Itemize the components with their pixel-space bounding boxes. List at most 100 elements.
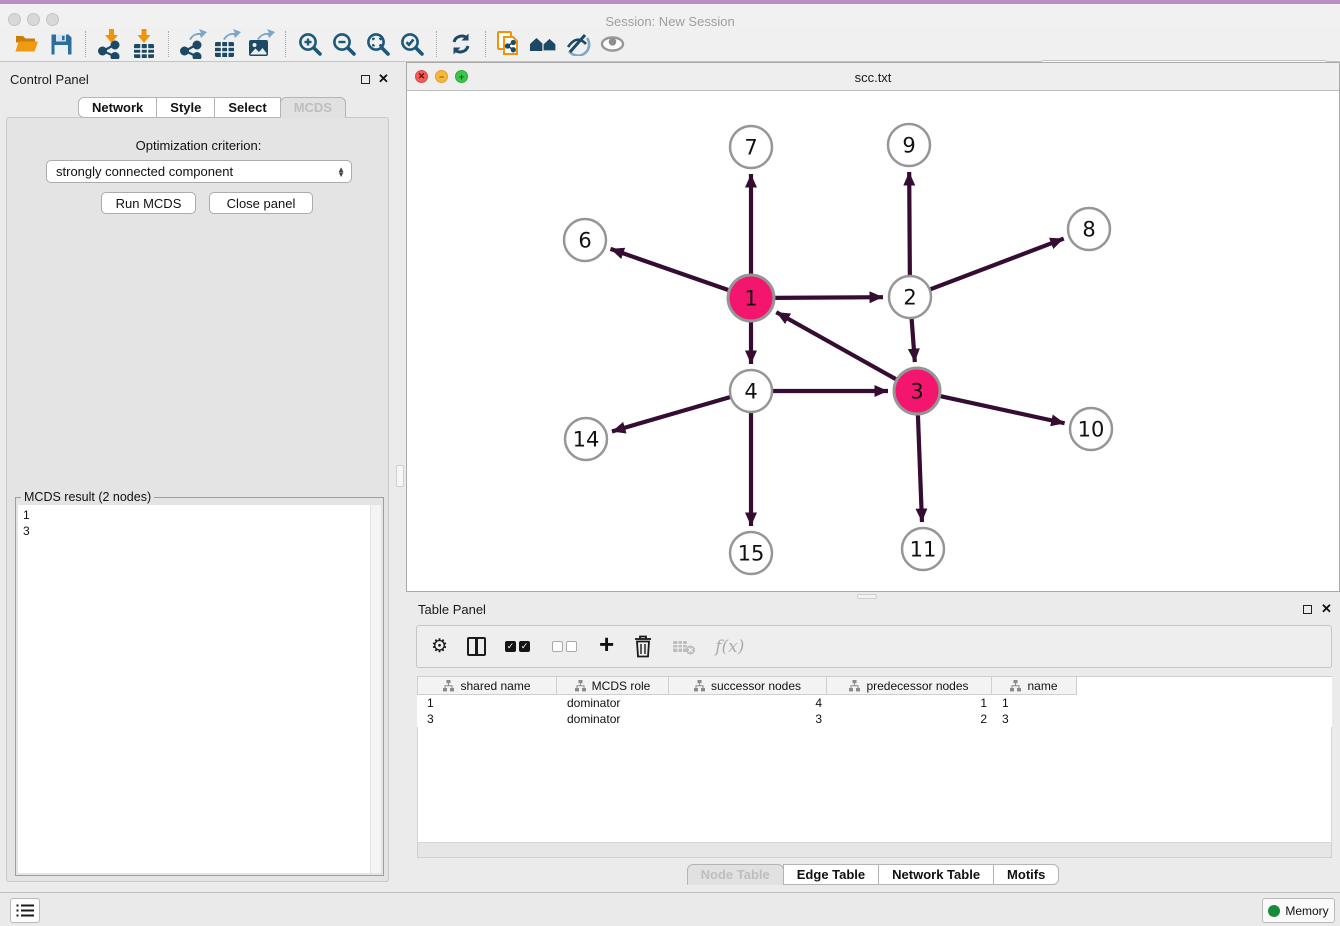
- columns-icon: [467, 637, 486, 656]
- table-cell[interactable]: 3: [417, 711, 557, 727]
- deselect-all-rows-button[interactable]: [552, 641, 580, 652]
- table-cell[interactable]: 3: [992, 711, 1077, 727]
- table-toolbar: ⚙ ✓✓ +: [416, 625, 1332, 668]
- table-scrollbar[interactable]: [417, 843, 1332, 858]
- mcds-result-title: MCDS result (2 nodes): [21, 490, 154, 504]
- select-all-rows-button[interactable]: ✓✓: [505, 641, 533, 652]
- open-session-button[interactable]: [10, 29, 44, 59]
- zoom-fit-button[interactable]: [361, 29, 395, 59]
- save-session-button[interactable]: [44, 29, 78, 59]
- tab-network[interactable]: Network: [78, 97, 157, 118]
- main-toolbar: [0, 27, 1340, 62]
- tab-select[interactable]: Select: [214, 97, 280, 118]
- edge-1-2[interactable]: [774, 297, 883, 298]
- checked-box-icon: ✓: [519, 641, 530, 652]
- table-divider-handle[interactable]: [857, 594, 877, 599]
- dropdown-stepper-icon: ▲▼: [337, 167, 345, 177]
- tab-network-table[interactable]: Network Table: [878, 864, 994, 885]
- tab-motifs[interactable]: Motifs: [993, 864, 1059, 885]
- float-panel-icon[interactable]: [361, 75, 370, 84]
- table-panel-title: Table Panel: [418, 602, 486, 617]
- divider-handle[interactable]: [396, 465, 404, 487]
- function-builder-button[interactable]: f(x): [715, 637, 744, 657]
- node-label-10: 10: [1078, 418, 1105, 442]
- toolbar-separator: [85, 31, 86, 57]
- duplicate-network-button[interactable]: [493, 29, 527, 59]
- close-panel-icon[interactable]: ✕: [378, 74, 389, 83]
- table-cell[interactable]: dominator: [557, 695, 669, 711]
- edge-2-8[interactable]: [930, 239, 1064, 290]
- delete-table-button[interactable]: [672, 638, 696, 656]
- apply-layout-button[interactable]: [444, 29, 478, 59]
- table-cell[interactable]: [1077, 695, 1332, 711]
- mcds-result-list[interactable]: 13: [18, 505, 370, 873]
- table-cell[interactable]: 1: [992, 695, 1077, 711]
- show-graphics-details-button[interactable]: [561, 29, 595, 59]
- zoom-out-button[interactable]: [327, 29, 361, 59]
- edge-4-14[interactable]: [612, 397, 731, 432]
- column-header-shared-name[interactable]: shared name: [417, 676, 557, 695]
- column-header-name[interactable]: name: [992, 676, 1077, 695]
- table-cell[interactable]: 1: [417, 695, 557, 711]
- export-table-button[interactable]: [210, 29, 244, 59]
- table-row[interactable]: 3dominator323: [417, 711, 1332, 727]
- gear-icon: ⚙: [431, 635, 448, 658]
- export-network-icon: [179, 29, 207, 59]
- zoom-in-button[interactable]: [293, 29, 327, 59]
- column-tree-icon: [849, 680, 860, 692]
- import-table-button[interactable]: [127, 29, 161, 59]
- titlebar: Session: New Session: [0, 4, 1340, 27]
- refresh-icon: [449, 32, 473, 56]
- node-label-15: 15: [738, 542, 765, 566]
- table-cell[interactable]: 3: [669, 711, 827, 727]
- zoom-selected-button[interactable]: [395, 29, 429, 59]
- network-window-titlebar: ✕ − + scc.txt: [407, 63, 1339, 91]
- save-icon: [50, 33, 73, 56]
- plus-icon: +: [599, 629, 614, 660]
- import-network-button[interactable]: [93, 29, 127, 59]
- control-panel: Control Panel ✕ NetworkStyleSelectMCDS O…: [0, 62, 395, 892]
- tab-mcds[interactable]: MCDS: [280, 97, 346, 118]
- memory-button[interactable]: Memory: [1262, 898, 1335, 923]
- column-header-successor-nodes[interactable]: successor nodes: [669, 676, 827, 695]
- table-cell[interactable]: 2: [827, 711, 992, 727]
- delete-column-button[interactable]: [633, 635, 653, 658]
- table-cell[interactable]: 1: [827, 695, 992, 711]
- run-mcds-button[interactable]: Run MCDS: [101, 192, 196, 214]
- edge-2-3[interactable]: [912, 318, 915, 362]
- column-header-predecessor-nodes[interactable]: predecessor nodes: [827, 676, 992, 695]
- select-columns-button[interactable]: [467, 637, 486, 656]
- eye-slash-icon: [565, 32, 591, 56]
- task-history-button[interactable]: [10, 898, 40, 923]
- panel-divider[interactable]: [395, 62, 406, 892]
- column-header-mcds-role[interactable]: MCDS role: [557, 676, 669, 695]
- tab-edge-table[interactable]: Edge Table: [783, 864, 879, 885]
- fx-icon: f(x): [715, 637, 744, 657]
- table-cell[interactable]: 4: [669, 695, 827, 711]
- unchecked-box-icon: [552, 641, 563, 652]
- tab-node-table[interactable]: Node Table: [687, 864, 784, 885]
- close-table-panel-icon[interactable]: ✕: [1321, 604, 1332, 613]
- table-cell[interactable]: [1077, 711, 1332, 727]
- edge-3-11[interactable]: [918, 414, 922, 522]
- float-table-panel-icon[interactable]: [1303, 605, 1312, 614]
- tab-style[interactable]: Style: [156, 97, 215, 118]
- export-image-button[interactable]: [244, 29, 278, 59]
- edge-1-6[interactable]: [610, 249, 729, 291]
- hide-graphics-details-button[interactable]: [595, 29, 629, 59]
- criterion-dropdown[interactable]: strongly connected component ▲▼: [46, 160, 352, 183]
- network-canvas[interactable]: 1234678910111415: [407, 91, 1339, 591]
- close-panel-button[interactable]: Close panel: [209, 192, 313, 214]
- edge-3-10[interactable]: [939, 396, 1064, 423]
- import-network-icon: [97, 29, 124, 59]
- export-network-button[interactable]: [176, 29, 210, 59]
- table-divider[interactable]: [406, 592, 1340, 600]
- table-settings-button[interactable]: ⚙: [431, 635, 448, 658]
- edge-2-9[interactable]: [909, 172, 910, 276]
- add-column-button[interactable]: +: [599, 629, 614, 660]
- table-cell[interactable]: dominator: [557, 711, 669, 727]
- result-scrollbar[interactable]: [370, 505, 381, 873]
- edge-3-1[interactable]: [776, 312, 897, 380]
- show-all-networks-button[interactable]: [527, 29, 561, 59]
- table-row[interactable]: 1dominator411: [417, 695, 1332, 711]
